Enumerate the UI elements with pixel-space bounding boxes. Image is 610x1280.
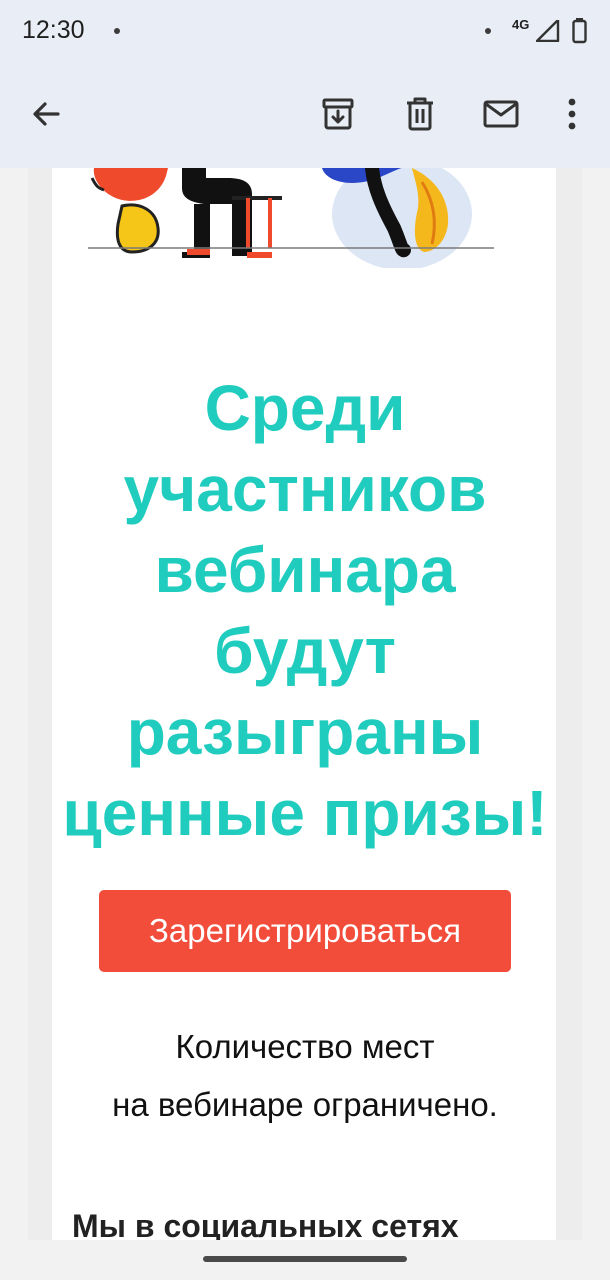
trash-icon (407, 97, 433, 131)
more-options-button[interactable] (548, 90, 596, 138)
gesture-handle[interactable] (203, 1256, 407, 1262)
seats-limited-note: Количество мест на вебинаре ограничено. (0, 1018, 610, 1134)
note-line: Количество мест (175, 1028, 435, 1065)
mail-icon (483, 100, 519, 128)
webinar-illustration (88, 168, 494, 268)
battery-icon (572, 18, 587, 44)
email-body[interactable]: Среди участников вебинара будут разыгран… (0, 168, 610, 1240)
headline-line: будут (214, 615, 396, 687)
archive-button[interactable] (314, 90, 362, 138)
system-navigation-bar (0, 1240, 610, 1280)
network-type-label: 4G (512, 17, 530, 32)
mark-unread-button[interactable] (477, 90, 525, 138)
headline-line: Среди (204, 372, 406, 444)
notification-dot-icon (114, 28, 120, 34)
headline-line: разыграны (126, 696, 484, 768)
email-toolbar (0, 64, 610, 168)
register-button[interactable]: Зарегистрироваться (99, 890, 511, 972)
arrow-left-icon (33, 102, 60, 126)
signal-icon (536, 20, 560, 42)
status-bar: 12:30 4G (0, 0, 610, 64)
headline-line: участников (123, 453, 487, 525)
more-vertical-icon (568, 98, 576, 130)
social-networks-heading: Мы в социальных сетях (72, 1208, 459, 1240)
delete-button[interactable] (396, 90, 444, 138)
headline-line: вебинара (154, 534, 456, 606)
headline-line: ценные призы! (62, 777, 548, 849)
back-button[interactable] (22, 90, 70, 138)
archive-icon (322, 98, 354, 130)
promo-headline: Среди участников вебинара будут разыгран… (0, 368, 610, 854)
status-time: 12:30 (22, 16, 85, 44)
note-line: на вебинаре ограничено. (112, 1086, 498, 1123)
notification-dot-icon (485, 28, 491, 34)
